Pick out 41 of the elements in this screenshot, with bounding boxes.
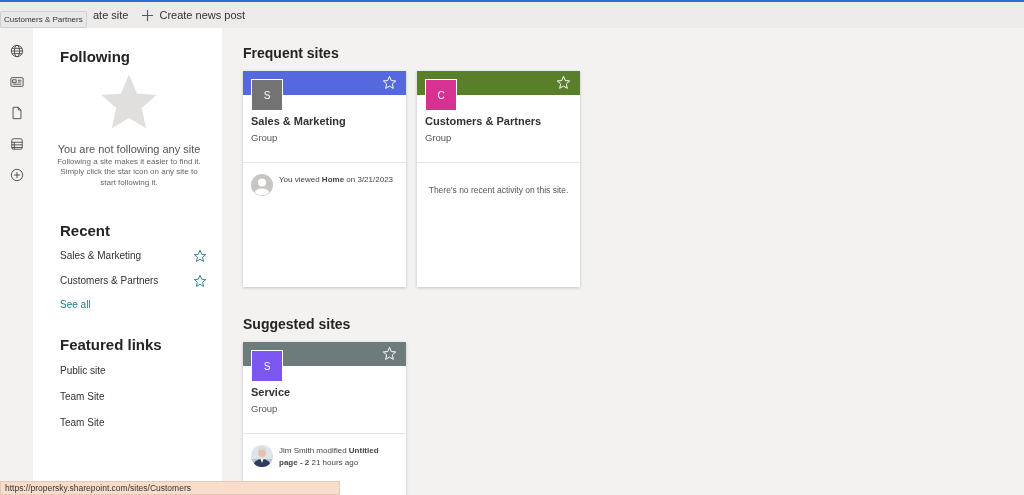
site-logo: C bbox=[425, 79, 457, 111]
star-icon bbox=[100, 73, 158, 131]
star-icon[interactable] bbox=[194, 249, 206, 262]
create-site-button[interactable]: ate site bbox=[93, 9, 129, 21]
site-card[interactable]: S Service Group Jim Smith modified Untitled page - 2 21 hours ago bbox=[243, 342, 406, 495]
activity-text: Jim Smith modified Untitled page - 2 21 hours ago bbox=[279, 445, 380, 469]
section-heading: Suggested sites bbox=[243, 316, 352, 332]
featured-link[interactable]: Team Site bbox=[60, 391, 105, 403]
site-title: Customers & Partners bbox=[425, 115, 543, 127]
site-logo: S bbox=[251, 79, 283, 111]
section-heading: Frequent sites bbox=[243, 45, 340, 61]
site-title: Sales & Marketing bbox=[251, 115, 347, 127]
section-heading: Featured links bbox=[60, 336, 163, 354]
newspaper-icon[interactable] bbox=[9, 75, 24, 89]
featured-link[interactable]: Team Site bbox=[60, 417, 105, 429]
activity-text: You viewed Home on 3/21/2023 bbox=[279, 174, 394, 186]
tooltip: Customers & Partners bbox=[0, 11, 87, 28]
site-type: Group bbox=[251, 132, 279, 143]
see-all-link[interactable]: See all bbox=[60, 299, 91, 311]
featured-link[interactable]: Public site bbox=[60, 365, 106, 377]
site-card[interactable]: S Sales & Marketing Group You viewed Home on 3/21/2023 bbox=[243, 71, 406, 287]
document-icon[interactable] bbox=[9, 106, 24, 120]
recent-site-link[interactable]: Sales & Marketing bbox=[60, 250, 142, 262]
create-news-button[interactable]: Create news post bbox=[142, 9, 246, 21]
empty-state-title: You are not following any site bbox=[57, 143, 201, 155]
star-icon[interactable] bbox=[194, 274, 206, 287]
list-icon[interactable] bbox=[9, 137, 24, 151]
globe-icon[interactable] bbox=[9, 44, 24, 58]
section-heading: Recent bbox=[60, 222, 112, 240]
site-type: Group bbox=[425, 132, 453, 143]
activity-text: There's no recent activity on this site. bbox=[427, 185, 570, 195]
empty-state-text: Following a site makes it easier to find it. Simply click the star icon on any site to start following it. bbox=[56, 157, 202, 189]
site-type: Group bbox=[251, 403, 279, 414]
site-logo: S bbox=[251, 350, 283, 382]
status-url: https://propersky.sharepoint.com/sites/Customers bbox=[0, 481, 340, 495]
avatar-icon bbox=[251, 174, 273, 196]
site-card[interactable]: C Customers & Partners Group There's no recent activity on this site. bbox=[417, 71, 580, 287]
recent-site-link[interactable]: Customers & Partners bbox=[60, 275, 159, 287]
site-title: Service bbox=[251, 386, 292, 398]
section-heading: Following bbox=[60, 48, 131, 65]
add-icon[interactable] bbox=[9, 168, 24, 182]
